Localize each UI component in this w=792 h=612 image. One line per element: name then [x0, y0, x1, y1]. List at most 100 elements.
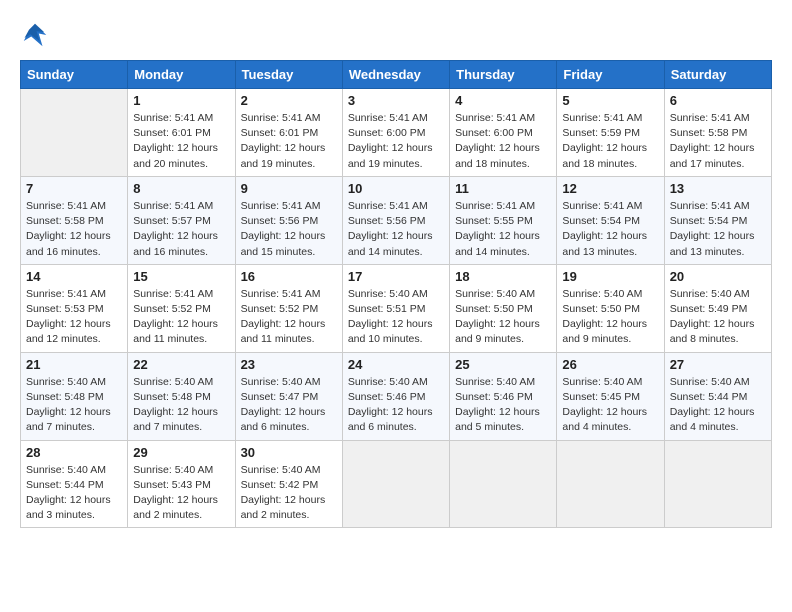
day-info: Sunrise: 5:40 AMSunset: 5:50 PMDaylight:…	[562, 287, 658, 348]
calendar-cell	[342, 440, 449, 528]
calendar-cell: 4Sunrise: 5:41 AMSunset: 6:00 PMDaylight…	[450, 89, 557, 177]
calendar-cell: 27Sunrise: 5:40 AMSunset: 5:44 PMDayligh…	[664, 352, 771, 440]
calendar-cell: 10 Sunrise: 5:41 AMSunset: 5:56 PMDayligh…	[342, 176, 449, 264]
day-number: 26	[562, 357, 658, 372]
calendar-cell: 24 Sunrise: 5:40 AMSunset: 5:46 PMDayligh…	[342, 352, 449, 440]
day-number: 18	[455, 269, 551, 284]
calendar-cell: 20 Sunrise: 5:40 AMSunset: 5:49 PMDayligh…	[664, 264, 771, 352]
day-number: 4	[455, 93, 551, 108]
day-info: Sunrise: 5:41 AMSunset: 6:01 PMDaylight:…	[241, 111, 337, 172]
day-info: Sunrise: 5:41 AMSunset: 5:52 PMDaylight:…	[241, 287, 337, 348]
calendar-cell: 6 Sunrise: 5:41 AMSunset: 5:58 PMDaylight…	[664, 89, 771, 177]
day-number: 30	[241, 445, 337, 460]
day-info: Sunrise: 5:40 AMSunset: 5:50 PMDaylight:…	[455, 287, 551, 348]
weekday-header: Friday	[557, 61, 664, 89]
calendar-cell	[664, 440, 771, 528]
weekday-header: Wednesday	[342, 61, 449, 89]
day-number: 19	[562, 269, 658, 284]
calendar-cell	[450, 440, 557, 528]
calendar-week-row: 28 Sunrise: 5:40 AMSunset: 5:44 PMDayligh…	[21, 440, 772, 528]
calendar-cell: 5 Sunrise: 5:41 AMSunset: 5:59 PMDaylight…	[557, 89, 664, 177]
day-info: Sunrise: 5:41 AMSunset: 5:52 PMDaylight:…	[133, 287, 229, 348]
day-info: Sunrise: 5:41 AMSunset: 5:56 PMDaylight:…	[348, 199, 444, 260]
day-number: 17	[348, 269, 444, 284]
calendar-cell: 21 Sunrise: 5:40 AMSunset: 5:48 PMDayligh…	[21, 352, 128, 440]
day-number: 21	[26, 357, 122, 372]
calendar-cell: 26 Sunrise: 5:40 AMSunset: 5:45 PMDayligh…	[557, 352, 664, 440]
day-number: 3	[348, 93, 444, 108]
day-info: Sunrise: 5:40 AMSunset: 5:48 PMDaylight:…	[133, 375, 229, 436]
weekday-header: Tuesday	[235, 61, 342, 89]
day-info: Sunrise: 5:41 AMSunset: 5:53 PMDaylight:…	[26, 287, 122, 348]
day-info: Sunrise: 5:41 AMSunset: 5:57 PMDaylight:…	[133, 199, 229, 260]
calendar-cell: 9Sunrise: 5:41 AMSunset: 5:56 PMDaylight…	[235, 176, 342, 264]
calendar-cell: 22 Sunrise: 5:40 AMSunset: 5:48 PMDayligh…	[128, 352, 235, 440]
calendar-table: SundayMondayTuesdayWednesdayThursdayFrid…	[20, 60, 772, 528]
logo-icon	[20, 20, 50, 50]
logo	[20, 20, 54, 50]
day-info: Sunrise: 5:40 AMSunset: 5:44 PMDaylight:…	[670, 375, 766, 436]
day-info: Sunrise: 5:41 AMSunset: 5:54 PMDaylight:…	[670, 199, 766, 260]
day-number: 1	[133, 93, 229, 108]
calendar-cell: 14 Sunrise: 5:41 AMSunset: 5:53 PMDayligh…	[21, 264, 128, 352]
calendar-cell: 11 Sunrise: 5:41 AMSunset: 5:55 PMDayligh…	[450, 176, 557, 264]
day-number: 29	[133, 445, 229, 460]
day-info: Sunrise: 5:40 AMSunset: 5:47 PMDaylight:…	[241, 375, 337, 436]
day-info: Sunrise: 5:41 AMSunset: 5:55 PMDaylight:…	[455, 199, 551, 260]
calendar-cell: 12Sunrise: 5:41 AMSunset: 5:54 PMDayligh…	[557, 176, 664, 264]
calendar-cell	[21, 89, 128, 177]
calendar-cell: 25Sunrise: 5:40 AMSunset: 5:46 PMDayligh…	[450, 352, 557, 440]
calendar-cell: 30 Sunrise: 5:40 AMSunset: 5:42 PMDayligh…	[235, 440, 342, 528]
day-info: Sunrise: 5:40 AMSunset: 5:46 PMDaylight:…	[455, 375, 551, 436]
day-number: 15	[133, 269, 229, 284]
day-number: 5	[562, 93, 658, 108]
calendar-cell: 23Sunrise: 5:40 AMSunset: 5:47 PMDayligh…	[235, 352, 342, 440]
weekday-header: Monday	[128, 61, 235, 89]
calendar-cell: 13 Sunrise: 5:41 AMSunset: 5:54 PMDayligh…	[664, 176, 771, 264]
day-number: 6	[670, 93, 766, 108]
day-number: 11	[455, 181, 551, 196]
day-info: Sunrise: 5:41 AMSunset: 5:58 PMDaylight:…	[26, 199, 122, 260]
day-info: Sunrise: 5:40 AMSunset: 5:45 PMDaylight:…	[562, 375, 658, 436]
calendar-cell: 17Sunrise: 5:40 AMSunset: 5:51 PMDayligh…	[342, 264, 449, 352]
day-number: 16	[241, 269, 337, 284]
calendar-cell: 8 Sunrise: 5:41 AMSunset: 5:57 PMDaylight…	[128, 176, 235, 264]
calendar-cell: 19 Sunrise: 5:40 AMSunset: 5:50 PMDayligh…	[557, 264, 664, 352]
day-number: 22	[133, 357, 229, 372]
day-number: 8	[133, 181, 229, 196]
weekday-header: Thursday	[450, 61, 557, 89]
calendar-cell: 28 Sunrise: 5:40 AMSunset: 5:44 PMDayligh…	[21, 440, 128, 528]
day-info: Sunrise: 5:41 AMSunset: 6:01 PMDaylight:…	[133, 111, 229, 172]
day-info: Sunrise: 5:40 AMSunset: 5:42 PMDaylight:…	[241, 463, 337, 524]
calendar-week-row: 14 Sunrise: 5:41 AMSunset: 5:53 PMDayligh…	[21, 264, 772, 352]
calendar-cell: 3 Sunrise: 5:41 AMSunset: 6:00 PMDaylight…	[342, 89, 449, 177]
day-number: 13	[670, 181, 766, 196]
calendar-week-row: 7 Sunrise: 5:41 AMSunset: 5:58 PMDaylight…	[21, 176, 772, 264]
day-number: 20	[670, 269, 766, 284]
day-info: Sunrise: 5:40 AMSunset: 5:46 PMDaylight:…	[348, 375, 444, 436]
weekday-header-row: SundayMondayTuesdayWednesdayThursdayFrid…	[21, 61, 772, 89]
calendar-cell: 18 Sunrise: 5:40 AMSunset: 5:50 PMDayligh…	[450, 264, 557, 352]
calendar-cell: 7 Sunrise: 5:41 AMSunset: 5:58 PMDaylight…	[21, 176, 128, 264]
day-number: 28	[26, 445, 122, 460]
day-number: 2	[241, 93, 337, 108]
day-number: 7	[26, 181, 122, 196]
day-info: Sunrise: 5:40 AMSunset: 5:49 PMDaylight:…	[670, 287, 766, 348]
day-info: Sunrise: 5:40 AMSunset: 5:48 PMDaylight:…	[26, 375, 122, 436]
calendar-week-row: 1 Sunrise: 5:41 AMSunset: 6:01 PMDaylight…	[21, 89, 772, 177]
weekday-header: Sunday	[21, 61, 128, 89]
day-info: Sunrise: 5:41 AMSunset: 5:59 PMDaylight:…	[562, 111, 658, 172]
day-info: Sunrise: 5:40 AMSunset: 5:44 PMDaylight:…	[26, 463, 122, 524]
page-header	[20, 20, 772, 50]
weekday-header: Saturday	[664, 61, 771, 89]
calendar-cell	[557, 440, 664, 528]
day-info: Sunrise: 5:41 AMSunset: 6:00 PMDaylight:…	[348, 111, 444, 172]
day-info: Sunrise: 5:41 AMSunset: 5:58 PMDaylight:…	[670, 111, 766, 172]
calendar-cell: 2 Sunrise: 5:41 AMSunset: 6:01 PMDaylight…	[235, 89, 342, 177]
day-number: 14	[26, 269, 122, 284]
day-number: 24	[348, 357, 444, 372]
day-number: 10	[348, 181, 444, 196]
calendar-cell: 1 Sunrise: 5:41 AMSunset: 6:01 PMDaylight…	[128, 89, 235, 177]
day-number: 9	[241, 181, 337, 196]
calendar-cell: 29Sunrise: 5:40 AMSunset: 5:43 PMDayligh…	[128, 440, 235, 528]
